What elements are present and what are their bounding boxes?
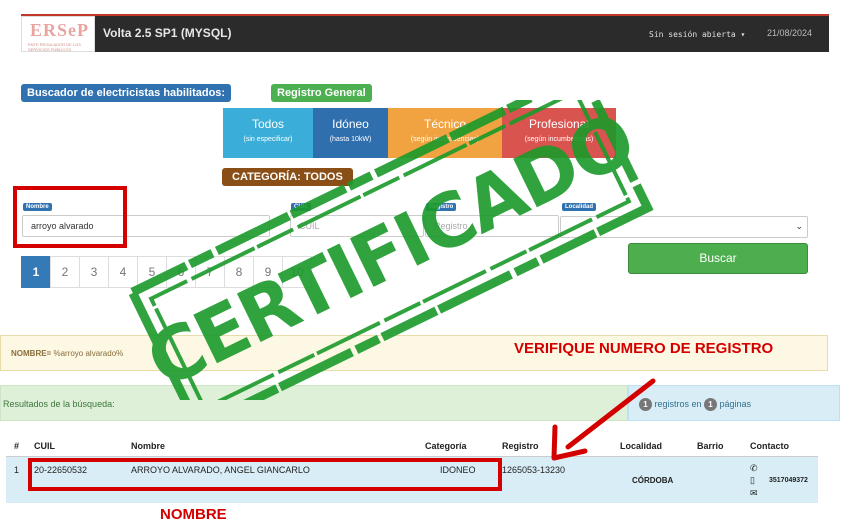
col-header-num: # — [14, 441, 20, 451]
session-menu[interactable]: Sin sesión abierta ▾ — [649, 30, 745, 39]
phone-icon: ✆ — [750, 463, 758, 473]
registro-general-label: Registro General — [271, 84, 372, 102]
chevron-down-icon: ⌄ — [795, 221, 803, 231]
localidad-select[interactable]: ⌄ — [560, 216, 808, 238]
page-link[interactable]: 10 — [282, 256, 312, 288]
tab-idoneo[interactable]: Idóneo (hasta 10kW) — [313, 108, 388, 158]
nav-date: 21/08/2024 — [767, 28, 813, 38]
cell-localidad: CÓRDOBA — [632, 476, 674, 485]
tab-tecnico-sub: (según incumbencias) — [410, 136, 480, 143]
tab-todos-sub: (sin especificar) — [243, 136, 293, 143]
col-header-cuil: CUIL — [34, 441, 55, 451]
nombre-highlight-box — [13, 186, 127, 248]
tab-profesional-sub: (según incumbencias) — [524, 136, 594, 143]
cell-registro: 1265053-13230 — [502, 465, 566, 475]
results-end: páginas — [717, 399, 752, 409]
registro-field-badge: Registro — [426, 203, 457, 211]
tab-idoneo-sub: (hasta 10kW) — [329, 136, 372, 143]
categoria-label: CATEGORÍA: TODOS — [222, 168, 353, 186]
page-link[interactable]: 3 — [79, 256, 109, 288]
buscador-label: Buscador de electricistas habilitados: — [21, 84, 232, 102]
tab-todos-title: Todos — [251, 117, 285, 131]
nombre-annotation: NOMBRE — [160, 506, 227, 523]
filter-value: %arroyo alvarado% — [51, 349, 124, 358]
filter-key: NOMBRE= — [11, 349, 52, 358]
pagination: 1 2 3 4 5 6 7 8 9 10 — [21, 256, 312, 288]
logo-text: ERSeP — [30, 20, 89, 40]
page-link[interactable]: 2 — [50, 256, 80, 288]
page-link[interactable]: 8 — [224, 256, 254, 288]
tab-tecnico[interactable]: Técnico (según incumbencias) — [388, 108, 502, 158]
page-link[interactable]: 9 — [253, 256, 283, 288]
results-alert: Resultados de la búsqueda: — [0, 385, 628, 421]
tab-profesional-title: Profesional — [528, 117, 590, 131]
ersep-logo[interactable]: ERSeP ENTE REGULADOR DE LOS SERVICIOS PÚ… — [21, 16, 95, 52]
col-header-registro: Registro — [502, 441, 539, 451]
filter-text: NOMBRE= %arroyo alvarado% — [11, 349, 123, 358]
buscar-button[interactable]: Buscar — [628, 243, 808, 274]
col-header-contacto: Contacto — [750, 441, 789, 451]
cell-contacto: 3517049372 — [769, 477, 808, 484]
email-icon: ✉ — [750, 488, 758, 498]
red-arrow-icon — [551, 378, 656, 461]
col-header-barrio: Barrio — [697, 441, 724, 451]
results-label: Resultados de la búsqueda: — [3, 399, 115, 409]
tab-profesional[interactable]: Profesional (según incumbencias) — [502, 108, 616, 158]
localidad-field-badge: Localidad — [562, 203, 597, 211]
cell-num: 1 — [14, 465, 20, 475]
col-header-categoria: Categoría — [425, 441, 467, 451]
app-title: Volta 2.5 SP1 (MYSQL) — [103, 26, 232, 40]
page-link[interactable]: 1 — [21, 256, 51, 288]
tab-tecnico-title: Técnico — [423, 117, 467, 131]
page-link[interactable]: 6 — [166, 256, 196, 288]
registro-input[interactable] — [425, 215, 559, 237]
logo-subtitle: ENTE REGULADOR DE LOS SERVICIOS PÚBLICOS — [28, 42, 81, 52]
cuil-input[interactable] — [290, 215, 424, 237]
tab-todos[interactable]: Todos (sin especificar) — [223, 108, 313, 158]
page-link[interactable]: 5 — [137, 256, 167, 288]
mobile-icon: ▯ — [750, 475, 755, 485]
page-link[interactable]: 4 — [108, 256, 138, 288]
pages-badge: 1 — [704, 398, 718, 411]
page-link[interactable]: 7 — [195, 256, 225, 288]
col-header-nombre: Nombre — [131, 441, 166, 451]
row-highlight-box — [28, 458, 502, 491]
cuil-field-badge: CUIL — [291, 203, 311, 211]
top-navbar: ERSeP ENTE REGULADOR DE LOS SERVICIOS PÚ… — [21, 14, 829, 52]
tab-idoneo-title: Idóneo — [332, 117, 369, 131]
verifique-annotation: VERIFIQUE NUMERO DE REGISTRO — [514, 340, 774, 357]
